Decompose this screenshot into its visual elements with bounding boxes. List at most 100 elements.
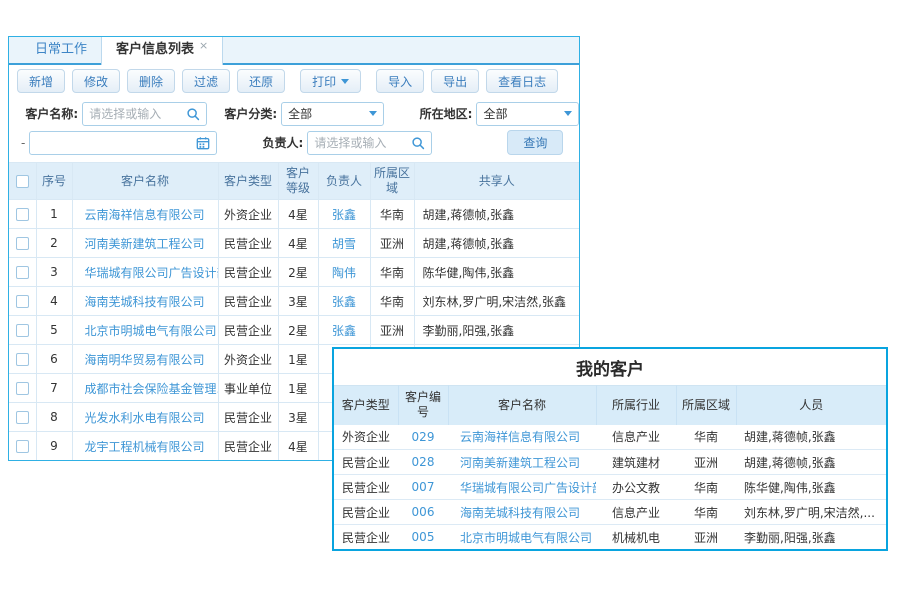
- customer-name-link[interactable]: 云南海祥信息有限公司: [460, 430, 580, 444]
- row-checkbox[interactable]: [16, 295, 29, 308]
- customer-code-link[interactable]: 007: [412, 480, 435, 494]
- customer-name-link[interactable]: 华瑞城有限公司广告设计部: [460, 481, 596, 495]
- row-select-cell: [9, 200, 36, 229]
- chevron-down-icon: [341, 79, 349, 84]
- col-customer-name: 客户名称: [72, 163, 218, 200]
- region-filter-value: 全部: [483, 105, 507, 122]
- import-button[interactable]: 导入: [376, 69, 424, 93]
- owner-link[interactable]: 陶伟: [332, 266, 356, 280]
- customer-level: 4星: [278, 229, 318, 258]
- chevron-down-icon: [369, 111, 377, 116]
- owner-link[interactable]: 张鑫: [332, 208, 356, 222]
- my-customers-table: 客户类型 客户编号 客户名称 所属行业 所属区域 人员 外资企业 029 云南海…: [334, 385, 886, 550]
- my-customer-row: 民营企业 007 华瑞城有限公司广告设计部 办公文教 华南 陈华健,陶伟,张鑫: [334, 475, 886, 500]
- row-checkbox[interactable]: [16, 237, 29, 250]
- customer-type: 民营企业: [334, 500, 398, 525]
- col-shared: 共享人: [414, 163, 579, 200]
- owner-link[interactable]: 张鑫: [332, 295, 356, 309]
- filter-area: 客户名称: 客户分类: 全部 所在地区: 全部: [9, 97, 579, 162]
- row-checkbox[interactable]: [16, 266, 29, 279]
- customer-name-link[interactable]: 龙宇工程机械有限公司: [85, 440, 205, 454]
- customer-type: 民营企业: [218, 316, 278, 345]
- restore-button[interactable]: 还原: [237, 69, 285, 93]
- row-checkbox[interactable]: [16, 208, 29, 221]
- row-index: 2: [36, 229, 72, 258]
- row-index: 6: [36, 345, 72, 374]
- select-all-cell: [9, 163, 36, 200]
- customer-name-link[interactable]: 云南海祥信息有限公司: [85, 208, 205, 222]
- delete-button[interactable]: 删除: [127, 69, 175, 93]
- customer-row: 1 云南海祥信息有限公司 外资企业 4星 张鑫 华南 胡建,蒋德帧,张鑫: [9, 200, 579, 229]
- industry: 信息产业: [596, 500, 676, 525]
- query-button[interactable]: 查询: [507, 130, 563, 155]
- people: 陈华健,陶伟,张鑫: [736, 475, 886, 500]
- customer-name-link[interactable]: 海南芜城科技有限公司: [460, 506, 580, 520]
- filter-row-1: 客户名称: 客户分类: 全部 所在地区: 全部: [9, 99, 579, 128]
- date-range-separator: -: [21, 136, 25, 150]
- region-filter-select[interactable]: 全部: [476, 102, 579, 126]
- filter-button[interactable]: 过滤: [182, 69, 230, 93]
- region: 华南: [370, 200, 414, 229]
- col-owner: 负责人: [318, 163, 370, 200]
- my-customer-row: 民营企业 006 海南芜城科技有限公司 信息产业 华南 刘东林,罗广明,宋洁然,…: [334, 500, 886, 525]
- row-select-cell: [9, 432, 36, 461]
- customer-type: 民营企业: [218, 287, 278, 316]
- col-customer-code: 客户编号: [398, 386, 448, 425]
- row-checkbox[interactable]: [16, 411, 29, 424]
- customer-category-value: 全部: [288, 105, 312, 122]
- edit-button[interactable]: 修改: [72, 69, 120, 93]
- customer-category-select[interactable]: 全部: [281, 102, 384, 126]
- tab-daily-work[interactable]: 日常工作: [21, 36, 101, 63]
- owner-link[interactable]: 胡雪: [332, 237, 356, 251]
- customer-level: 2星: [278, 316, 318, 345]
- customer-name-link[interactable]: 北京市明城电气有限公司: [460, 531, 592, 545]
- desktop-background: 日常工作 客户信息列表× 新增 修改 删除 过滤 还原 打印 导入 导出 查看日…: [0, 0, 900, 600]
- row-checkbox[interactable]: [16, 353, 29, 366]
- row-checkbox[interactable]: [16, 382, 29, 395]
- print-button[interactable]: 打印: [300, 69, 361, 93]
- row-index: 4: [36, 287, 72, 316]
- customer-name-link[interactable]: 华瑞城有限公司广告设计部: [85, 266, 219, 280]
- row-checkbox[interactable]: [16, 440, 29, 453]
- view-log-button[interactable]: 查看日志: [486, 69, 558, 93]
- add-button[interactable]: 新增: [17, 69, 65, 93]
- select-all-checkbox[interactable]: [16, 175, 29, 188]
- customer-level: 2星: [278, 258, 318, 287]
- tab-customer-list[interactable]: 客户信息列表×: [101, 36, 223, 65]
- region: 华南: [370, 258, 414, 287]
- row-index: 3: [36, 258, 72, 287]
- owner-filter-field: [307, 131, 432, 155]
- row-select-cell: [9, 316, 36, 345]
- col-customer-name: 客户名称: [448, 386, 596, 425]
- region: 亚洲: [370, 229, 414, 258]
- shared-with: 胡建,蒋德帧,张鑫: [414, 200, 579, 229]
- row-index: 5: [36, 316, 72, 345]
- tab-close-icon[interactable]: ×: [199, 39, 208, 52]
- customer-name-link[interactable]: 成都市社会保险基金管理...: [85, 382, 219, 396]
- customer-level: 4星: [278, 432, 318, 461]
- customer-code-link[interactable]: 029: [412, 430, 435, 444]
- customer-name-input[interactable]: [89, 107, 186, 121]
- customer-code-link[interactable]: 006: [412, 505, 435, 519]
- my-customer-row: 民营企业 005 北京市明城电气有限公司 机械机电 亚洲 李勤丽,阳强,张鑫: [334, 525, 886, 550]
- search-icon[interactable]: [186, 107, 200, 121]
- customer-name-link[interactable]: 光发水利水电有限公司: [85, 411, 205, 425]
- customer-code-link[interactable]: 005: [412, 530, 435, 544]
- row-checkbox[interactable]: [16, 324, 29, 337]
- export-button[interactable]: 导出: [431, 69, 479, 93]
- customer-name-link[interactable]: 海南明华贸易有限公司: [85, 353, 205, 367]
- customer-type: 外资企业: [218, 345, 278, 374]
- customer-name-link[interactable]: 河南美新建筑工程公司: [85, 237, 205, 251]
- region: 华南: [676, 475, 736, 500]
- calendar-icon[interactable]: [196, 136, 210, 150]
- date-field: [29, 131, 217, 155]
- customer-name-link[interactable]: 海南芜城科技有限公司: [85, 295, 205, 309]
- customer-code-link[interactable]: 028: [412, 455, 435, 469]
- date-input[interactable]: [36, 136, 196, 150]
- owner-filter-input[interactable]: [314, 136, 411, 150]
- customer-name-link[interactable]: 河南美新建筑工程公司: [460, 456, 580, 470]
- owner-link[interactable]: 张鑫: [332, 324, 356, 338]
- customer-name-link[interactable]: 北京市明城电气有限公司: [85, 324, 217, 338]
- search-icon[interactable]: [411, 136, 425, 150]
- my-customers-title: 我的客户: [334, 349, 886, 385]
